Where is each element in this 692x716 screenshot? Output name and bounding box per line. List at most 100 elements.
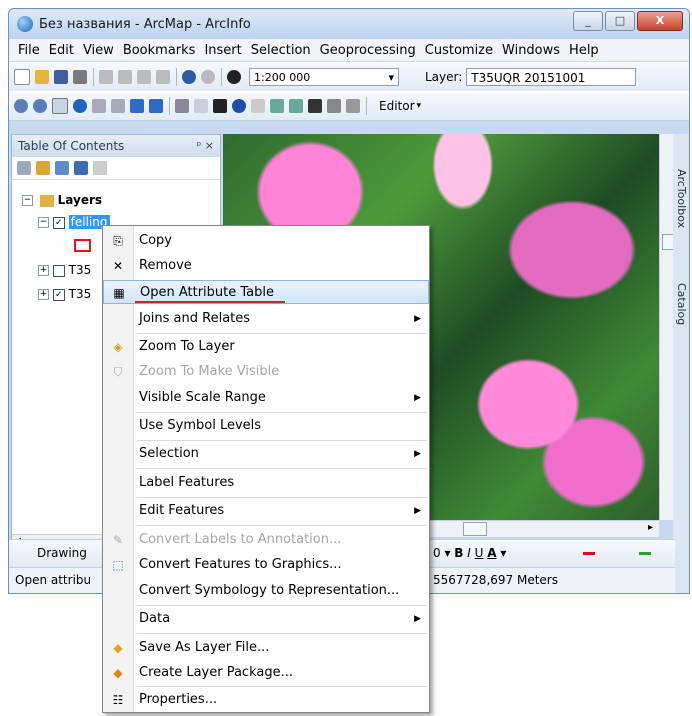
new-document-icon[interactable] (14, 69, 30, 85)
visibility-checkbox[interactable] (52, 264, 65, 277)
menu-item-convert-symbology[interactable]: Convert Symbology to Representation... (103, 579, 429, 603)
expand-icon[interactable]: + (38, 289, 49, 300)
open-folder-icon[interactable] (35, 70, 49, 84)
paste-icon[interactable] (137, 70, 151, 84)
menu-selection[interactable]: Selection (251, 43, 311, 58)
full-extent-icon[interactable] (73, 99, 87, 113)
drawing-menu[interactable]: Drawing (37, 546, 87, 560)
line-color-icon[interactable] (583, 552, 595, 555)
zoom-out-icon[interactable] (33, 99, 47, 113)
menu-item-zoom-to-make-visible[interactable]: ⛉ Zoom To Make Visible (103, 360, 429, 384)
arctoolbox-tab[interactable]: ArcToolbox (674, 144, 688, 254)
visibility-checkbox[interactable]: ✓ (52, 288, 65, 301)
clear-selection-icon[interactable] (194, 99, 208, 113)
measure-icon[interactable] (289, 99, 303, 113)
delete-icon[interactable] (156, 70, 170, 84)
layers-root[interactable]: − Layers (22, 193, 102, 207)
cut-icon[interactable] (99, 70, 113, 84)
fill-color-icon[interactable] (639, 552, 651, 555)
menu-item-remove[interactable]: ✕ Remove (103, 254, 429, 278)
menu-item-convert-labels[interactable]: ✎ Convert Labels to Annotation... (103, 528, 429, 552)
forward-extent-icon[interactable] (149, 99, 163, 113)
menu-geoprocessing[interactable]: Geoprocessing (320, 43, 416, 58)
menu-item-zoom-to-layer[interactable]: ◈ Zoom To Layer (103, 335, 429, 359)
route-icon[interactable] (327, 99, 341, 113)
save-icon[interactable] (54, 70, 68, 84)
layers-root-label: Layers (57, 193, 103, 207)
editor-menu[interactable]: Editor (379, 99, 415, 113)
menu-item-edit-features[interactable]: Edit Features ▶ (103, 499, 429, 523)
menu-item-label-features[interactable]: Label Features (103, 471, 429, 495)
hyperlink-icon[interactable] (251, 99, 265, 113)
html-popup-icon[interactable] (270, 99, 284, 113)
goto-xy-icon[interactable] (346, 99, 360, 113)
menu-separator (137, 497, 427, 498)
expand-icon[interactable]: + (38, 265, 49, 276)
felling-symbol[interactable] (74, 239, 91, 255)
minimize-button[interactable]: _ (573, 11, 603, 31)
redo-icon[interactable] (201, 70, 215, 84)
list-by-source-icon[interactable] (36, 161, 50, 175)
menu-help[interactable]: Help (569, 43, 599, 58)
close-button[interactable]: X (637, 11, 683, 31)
editor-dropdown-icon[interactable]: ▾ (417, 101, 422, 111)
menu-item-visible-scale-range[interactable]: Visible Scale Range ▶ (103, 386, 429, 410)
tools-toolbar: Editor ▾ (9, 91, 689, 121)
catalog-tab[interactable]: Catalog (674, 264, 688, 344)
menu-item-properties[interactable]: ☷ Properties... (103, 688, 429, 712)
identify-icon[interactable] (232, 99, 246, 113)
back-extent-icon[interactable] (130, 99, 144, 113)
menu-item-joins-and-relates[interactable]: Joins and Relates ▶ (103, 307, 429, 331)
menu-windows[interactable]: Windows (502, 43, 560, 58)
layer-t35-2[interactable]: + ✓ T35 (38, 287, 91, 301)
pan-icon[interactable] (52, 98, 68, 114)
polygon-symbol-icon[interactable] (74, 239, 91, 252)
list-by-visibility-icon[interactable] (55, 161, 69, 175)
layer-t35-2-label[interactable]: T35 (69, 287, 92, 301)
list-by-selection-icon[interactable] (74, 161, 88, 175)
menu-item-data[interactable]: Data ▶ (103, 607, 429, 631)
font-size-combo[interactable]: 0 ▾ B I U A ▾ (433, 546, 506, 560)
maximize-button[interactable]: □ (605, 11, 635, 31)
toc-controls[interactable]: ᵖ × (197, 135, 214, 157)
scroll-thumb[interactable] (463, 522, 487, 536)
add-data-icon[interactable] (227, 70, 241, 84)
select-features-icon[interactable] (175, 99, 189, 113)
undo-icon[interactable] (182, 70, 196, 84)
menu-bookmarks[interactable]: Bookmarks (123, 43, 196, 58)
layer-t35-1[interactable]: + T35 (38, 263, 91, 277)
menu-item-convert-features-to-graphics[interactable]: ⬚ Convert Features to Graphics... (103, 553, 429, 577)
collapse-icon[interactable]: − (22, 195, 33, 206)
menu-separator (137, 525, 427, 526)
toc-options-icon[interactable] (93, 161, 107, 175)
layer-felling[interactable]: − ✓ felling (38, 215, 110, 229)
menu-item-use-symbol-levels[interactable]: Use Symbol Levels (103, 414, 429, 438)
title-bar[interactable]: Без названия - ArcMap - ArcInfo _ □ X (9, 9, 689, 39)
print-icon[interactable] (73, 70, 87, 84)
menu-insert[interactable]: Insert (204, 43, 241, 58)
menu-item-copy[interactable]: ⎘ Copy (103, 229, 429, 253)
visibility-checkbox[interactable]: ✓ (52, 216, 65, 229)
map-scale-combo[interactable]: 1:200 000 (249, 68, 399, 87)
fixed-zoom-out-icon[interactable] (111, 99, 125, 113)
layer-combo[interactable]: T35UQR 20151001 (466, 68, 637, 86)
menu-customize[interactable]: Customize (425, 43, 493, 58)
copy-tool-icon[interactable] (118, 70, 132, 84)
select-elements-icon[interactable] (213, 99, 227, 113)
menu-item-selection[interactable]: Selection ▶ (103, 442, 429, 466)
list-by-drawing-order-icon[interactable] (17, 161, 31, 175)
menu-item-save-as-layer-file[interactable]: ◆ Save As Layer File... (103, 636, 429, 660)
find-icon[interactable] (308, 99, 322, 113)
fixed-zoom-in-icon[interactable] (92, 99, 106, 113)
menu-edit[interactable]: Edit (49, 43, 74, 58)
zoom-in-icon[interactable] (14, 99, 28, 113)
toc-header: Table Of Contents ᵖ × (12, 135, 220, 157)
scroll-right-icon[interactable]: ▸ (648, 522, 653, 533)
menu-view[interactable]: View (83, 43, 114, 58)
layer-t35-1-label[interactable]: T35 (69, 263, 92, 277)
menu-file[interactable]: File (18, 43, 40, 58)
menu-item-label: Remove (139, 258, 192, 273)
arcmap-app-icon (17, 16, 33, 32)
collapse-icon[interactable]: − (38, 217, 49, 228)
menu-item-create-layer-package[interactable]: ◆ Create Layer Package... (103, 661, 429, 685)
